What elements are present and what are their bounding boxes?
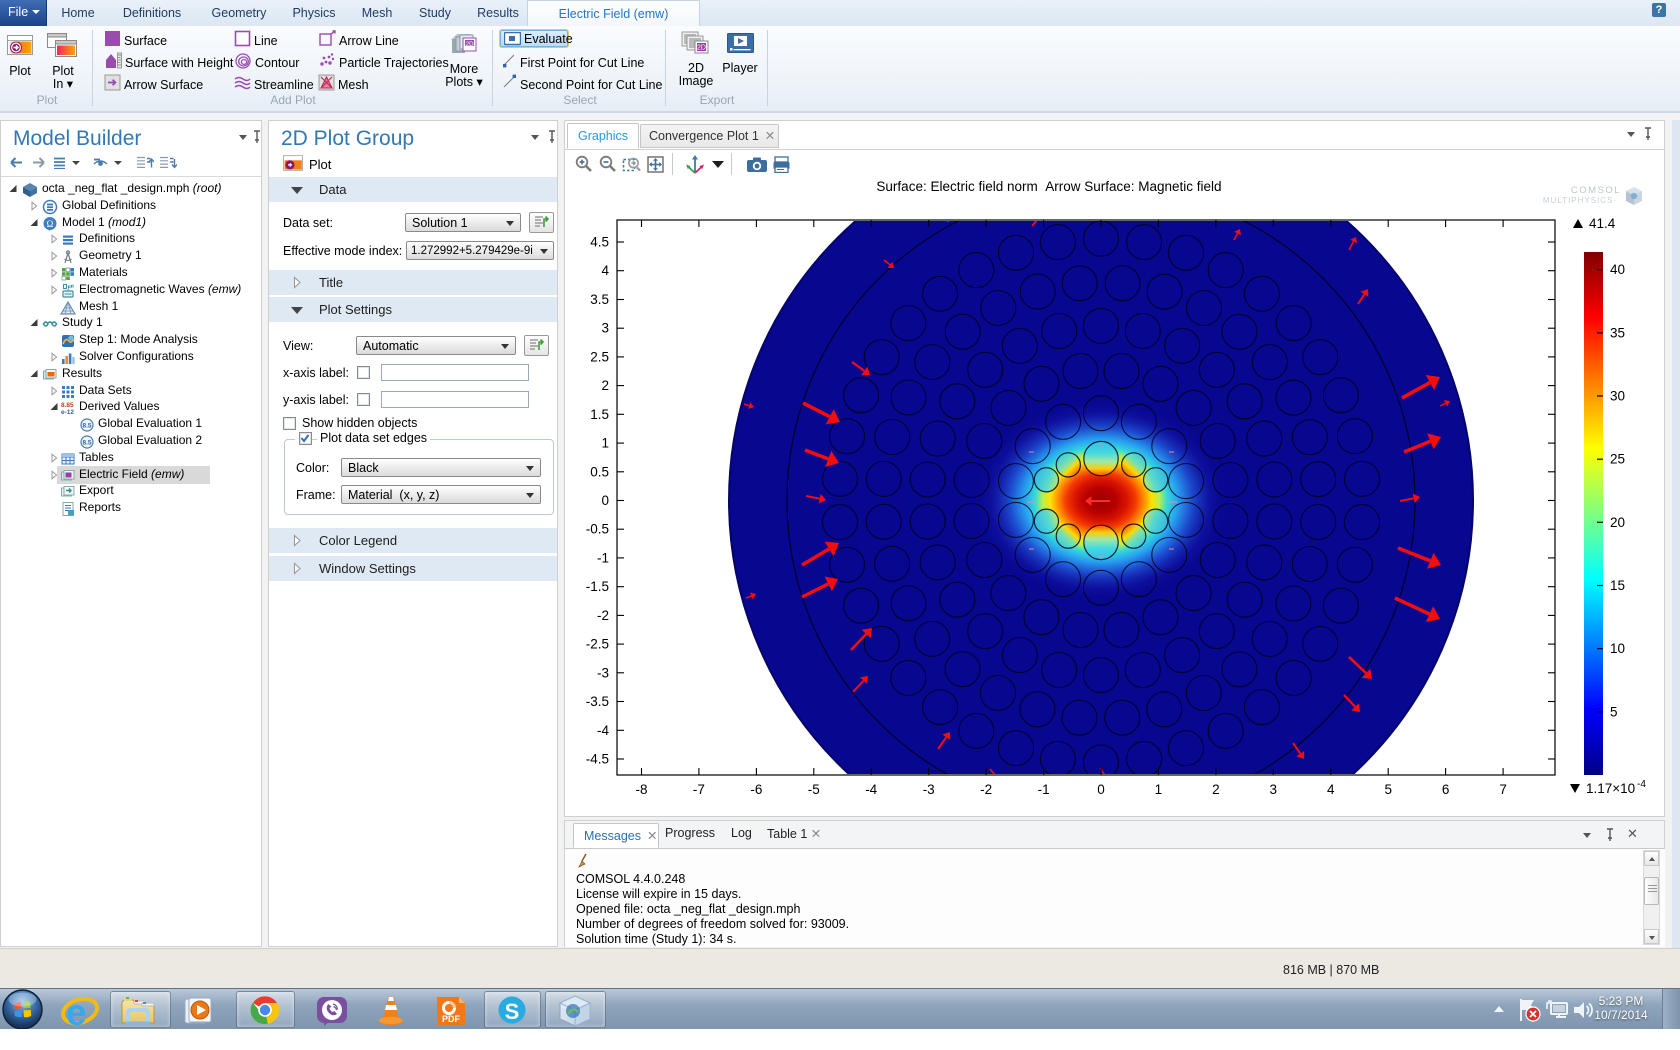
- svg-text:-4: -4: [1637, 779, 1646, 790]
- svg-text:8.5: 8.5: [82, 439, 91, 446]
- svg-text:40: 40: [1610, 262, 1625, 277]
- svg-text:25: 25: [1610, 452, 1625, 467]
- svg-text:e: e: [66, 992, 87, 1030]
- svg-text:2D: 2D: [465, 41, 474, 48]
- svg-text:2.5: 2.5: [590, 349, 609, 364]
- svg-text:1.5: 1.5: [590, 407, 609, 422]
- svg-text:-3.5: -3.5: [586, 694, 609, 709]
- svg-text:8.85: 8.85: [61, 402, 74, 409]
- svg-text:-4: -4: [597, 723, 609, 738]
- svg-text:3.5: 3.5: [590, 292, 609, 307]
- svg-text:41.4: 41.4: [1589, 216, 1616, 231]
- svg-text:-1: -1: [597, 550, 609, 565]
- svg-text:MULTIPHYSICS·: MULTIPHYSICS·: [1543, 196, 1617, 205]
- svg-text:6: 6: [1442, 782, 1450, 797]
- svg-text:10: 10: [1610, 641, 1625, 656]
- svg-text:2D: 2D: [697, 45, 706, 52]
- svg-text:7: 7: [1499, 782, 1507, 797]
- svg-text:-4.5: -4.5: [586, 752, 609, 767]
- svg-text:1: 1: [1155, 782, 1163, 797]
- svg-text:PDF: PDF: [442, 1014, 461, 1024]
- svg-text:4: 4: [1327, 782, 1335, 797]
- svg-text:-5: -5: [808, 782, 820, 797]
- svg-text:COMSOL: COMSOL: [1571, 185, 1621, 196]
- svg-text:1.17×10: 1.17×10: [1586, 781, 1635, 796]
- svg-text:1: 1: [601, 436, 609, 451]
- svg-text:5: 5: [1610, 704, 1618, 719]
- svg-text:3: 3: [1270, 782, 1278, 797]
- svg-text:-7: -7: [693, 782, 705, 797]
- svg-text:-1.5: -1.5: [586, 579, 609, 594]
- svg-text:-1: -1: [1038, 782, 1050, 797]
- svg-text:0: 0: [601, 493, 609, 508]
- svg-text:-0.5: -0.5: [586, 522, 609, 537]
- svg-text:4.5: 4.5: [590, 235, 609, 250]
- svg-text:30: 30: [1610, 389, 1625, 404]
- svg-text:-6: -6: [750, 782, 762, 797]
- svg-text:-2.5: -2.5: [586, 637, 609, 652]
- svg-text:2: 2: [601, 378, 609, 393]
- svg-text:-8: -8: [635, 782, 647, 797]
- svg-text:4: 4: [601, 263, 609, 278]
- svg-text:3: 3: [601, 321, 609, 336]
- svg-text:-4: -4: [865, 782, 877, 797]
- svg-text:0: 0: [1097, 782, 1105, 797]
- svg-text:2: 2: [1212, 782, 1220, 797]
- svg-text:e-12: e-12: [61, 409, 74, 416]
- svg-text:S: S: [505, 999, 520, 1024]
- svg-text:5: 5: [1384, 782, 1392, 797]
- svg-text:15: 15: [1610, 578, 1625, 593]
- svg-text:-2: -2: [597, 608, 609, 623]
- svg-text:8.5: 8.5: [82, 422, 91, 429]
- svg-text:20: 20: [1610, 515, 1625, 530]
- svg-text:Surface: Electric field norm: Surface: Electric field norm Arrow Surfa…: [876, 179, 1221, 194]
- svg-text:-3: -3: [597, 665, 609, 680]
- svg-text:0.5: 0.5: [590, 464, 609, 479]
- svg-text:-3: -3: [923, 782, 935, 797]
- svg-text:35: 35: [1610, 325, 1625, 340]
- svg-text:-2: -2: [980, 782, 992, 797]
